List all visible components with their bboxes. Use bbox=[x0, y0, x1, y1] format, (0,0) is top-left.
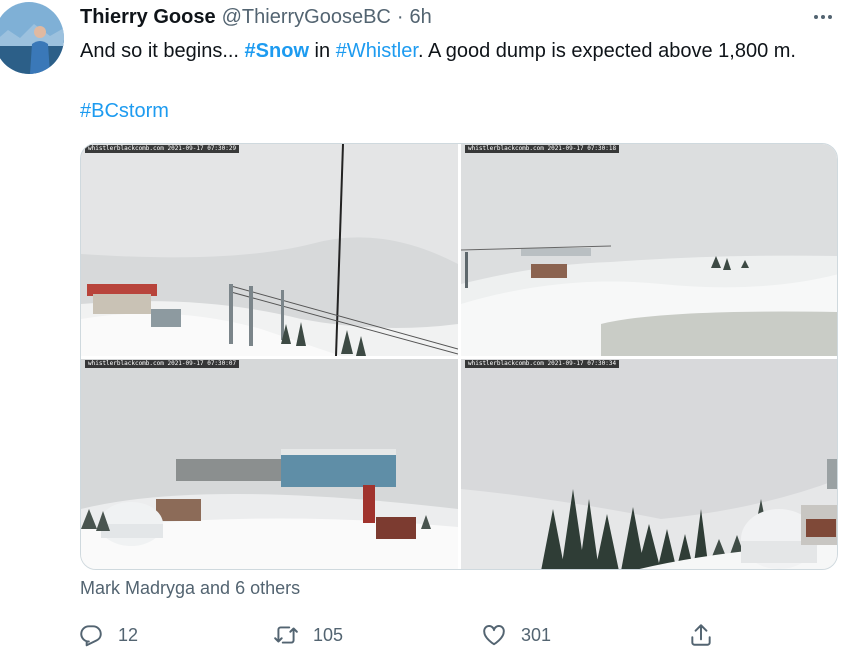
more-dot-icon bbox=[828, 15, 832, 19]
retweet-icon bbox=[274, 626, 298, 644]
media-image[interactable]: whistlerblackcomb.com 2021-09-17 07:30:0… bbox=[81, 359, 458, 569]
share-icon bbox=[691, 624, 711, 646]
tweet-actions: 12 105 301 bbox=[78, 618, 728, 652]
share-button[interactable] bbox=[688, 618, 714, 652]
tweet-header: Thierry Goose @ThierryGooseBC · 6h bbox=[80, 6, 432, 30]
author-name[interactable]: Thierry Goose bbox=[80, 6, 216, 29]
tweet-text-part: in bbox=[309, 40, 336, 62]
like-button[interactable]: 301 bbox=[481, 618, 551, 652]
more-options-button[interactable] bbox=[808, 6, 838, 28]
tweet-time[interactable]: 6h bbox=[410, 6, 432, 29]
media-image[interactable]: whistlerblackcomb.com 2021-09-17 07:30:2… bbox=[81, 144, 458, 356]
author-handle[interactable]: @ThierryGooseBC bbox=[222, 6, 391, 29]
reply-button[interactable]: 12 bbox=[78, 618, 138, 652]
webcam-timestamp: whistlerblackcomb.com 2021-09-17 07:30:0… bbox=[85, 360, 240, 368]
hashtag-link[interactable]: #BCstorm bbox=[80, 96, 169, 126]
webcam-timestamp: whistlerblackcomb.com 2021-09-17 07:30:2… bbox=[85, 145, 240, 153]
more-dot-icon bbox=[814, 15, 818, 19]
like-count: 301 bbox=[521, 624, 552, 645]
liked-by-text[interactable]: Mark Madryga and 6 others bbox=[80, 578, 300, 599]
retweet-count: 105 bbox=[313, 624, 344, 645]
separator-dot: · bbox=[396, 6, 404, 28]
webcam-snowy-trees bbox=[461, 359, 837, 569]
avatar[interactable] bbox=[0, 2, 64, 74]
heart-icon bbox=[483, 625, 505, 646]
webcam-lodge-village bbox=[81, 359, 458, 569]
reply-count: 12 bbox=[118, 624, 139, 645]
media-image[interactable]: whistlerblackcomb.com 2021-09-17 07:30:3… bbox=[461, 359, 837, 569]
tweet-text-part: . A good dump is expected above 1,800 m. bbox=[417, 40, 796, 62]
webcam-snowy-ridge bbox=[461, 144, 837, 356]
webcam-timestamp: whistlerblackcomb.com 2021-09-17 07:30:3… bbox=[465, 360, 620, 368]
tweet-text: And so it begins... #Snow in #Whistler. … bbox=[80, 36, 820, 66]
hashtag-link[interactable]: #Snow bbox=[245, 40, 309, 62]
webcam-chairlift-tower bbox=[81, 144, 458, 356]
webcam-timestamp: whistlerblackcomb.com 2021-09-17 07:30:1… bbox=[465, 145, 620, 153]
reply-icon bbox=[80, 625, 102, 647]
retweet-button[interactable]: 105 bbox=[273, 618, 343, 652]
media-grid: whistlerblackcomb.com 2021-09-17 07:30:2… bbox=[80, 143, 838, 570]
media-image[interactable]: whistlerblackcomb.com 2021-09-17 07:30:1… bbox=[461, 144, 837, 356]
hashtag-link[interactable]: #Whistler bbox=[336, 40, 418, 62]
tweet-text-part: And so it begins... bbox=[80, 40, 245, 62]
more-dot-icon bbox=[821, 15, 825, 19]
